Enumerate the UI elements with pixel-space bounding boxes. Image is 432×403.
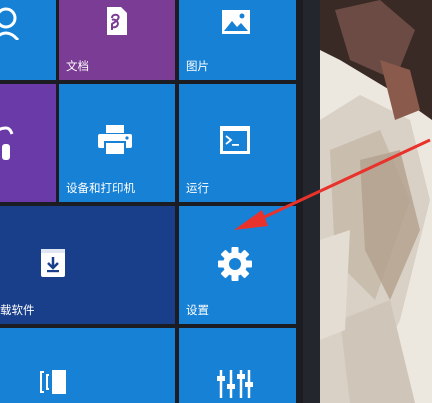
tile-run[interactable]: 运行 xyxy=(179,84,296,202)
tile-devices-and-printers-label: 设备和打印机 xyxy=(66,181,135,195)
start-menu-panel: 文档 图片 设备和打印机 运行 载软件 设置 xyxy=(0,0,303,403)
tile-devices-and-printers[interactable]: 设备和打印机 xyxy=(59,84,175,202)
tile-documents[interactable]: 文档 xyxy=(59,0,175,80)
sliders-icon xyxy=(217,370,253,398)
tile-pictures-label: 图片 xyxy=(186,59,209,73)
gear-icon xyxy=(218,247,252,281)
tile-music[interactable] xyxy=(0,84,56,202)
tile-downloads[interactable]: 载软件 xyxy=(0,206,175,324)
tile-run-label: 运行 xyxy=(186,181,209,195)
start-menu-edge xyxy=(303,0,320,403)
person-icon xyxy=(0,7,20,40)
tile-settings[interactable]: 设置 xyxy=(179,206,296,324)
document-icon xyxy=(107,7,127,35)
headphones-icon xyxy=(0,126,14,160)
tile-documents-label: 文档 xyxy=(66,59,89,73)
terminal-icon xyxy=(220,126,250,154)
tile-bottom-right[interactable] xyxy=(179,328,296,403)
tile-people[interactable] xyxy=(0,0,56,80)
tile-downloads-label: 载软件 xyxy=(0,303,35,317)
picture-icon xyxy=(222,10,250,34)
panel-icon xyxy=(40,370,66,394)
download-box-icon xyxy=(41,249,65,277)
tile-pictures[interactable]: 图片 xyxy=(179,0,296,80)
desktop-wallpaper xyxy=(320,0,432,403)
printer-icon xyxy=(98,125,132,156)
tile-bottom-left[interactable] xyxy=(0,328,175,403)
tile-settings-label: 设置 xyxy=(186,303,209,317)
